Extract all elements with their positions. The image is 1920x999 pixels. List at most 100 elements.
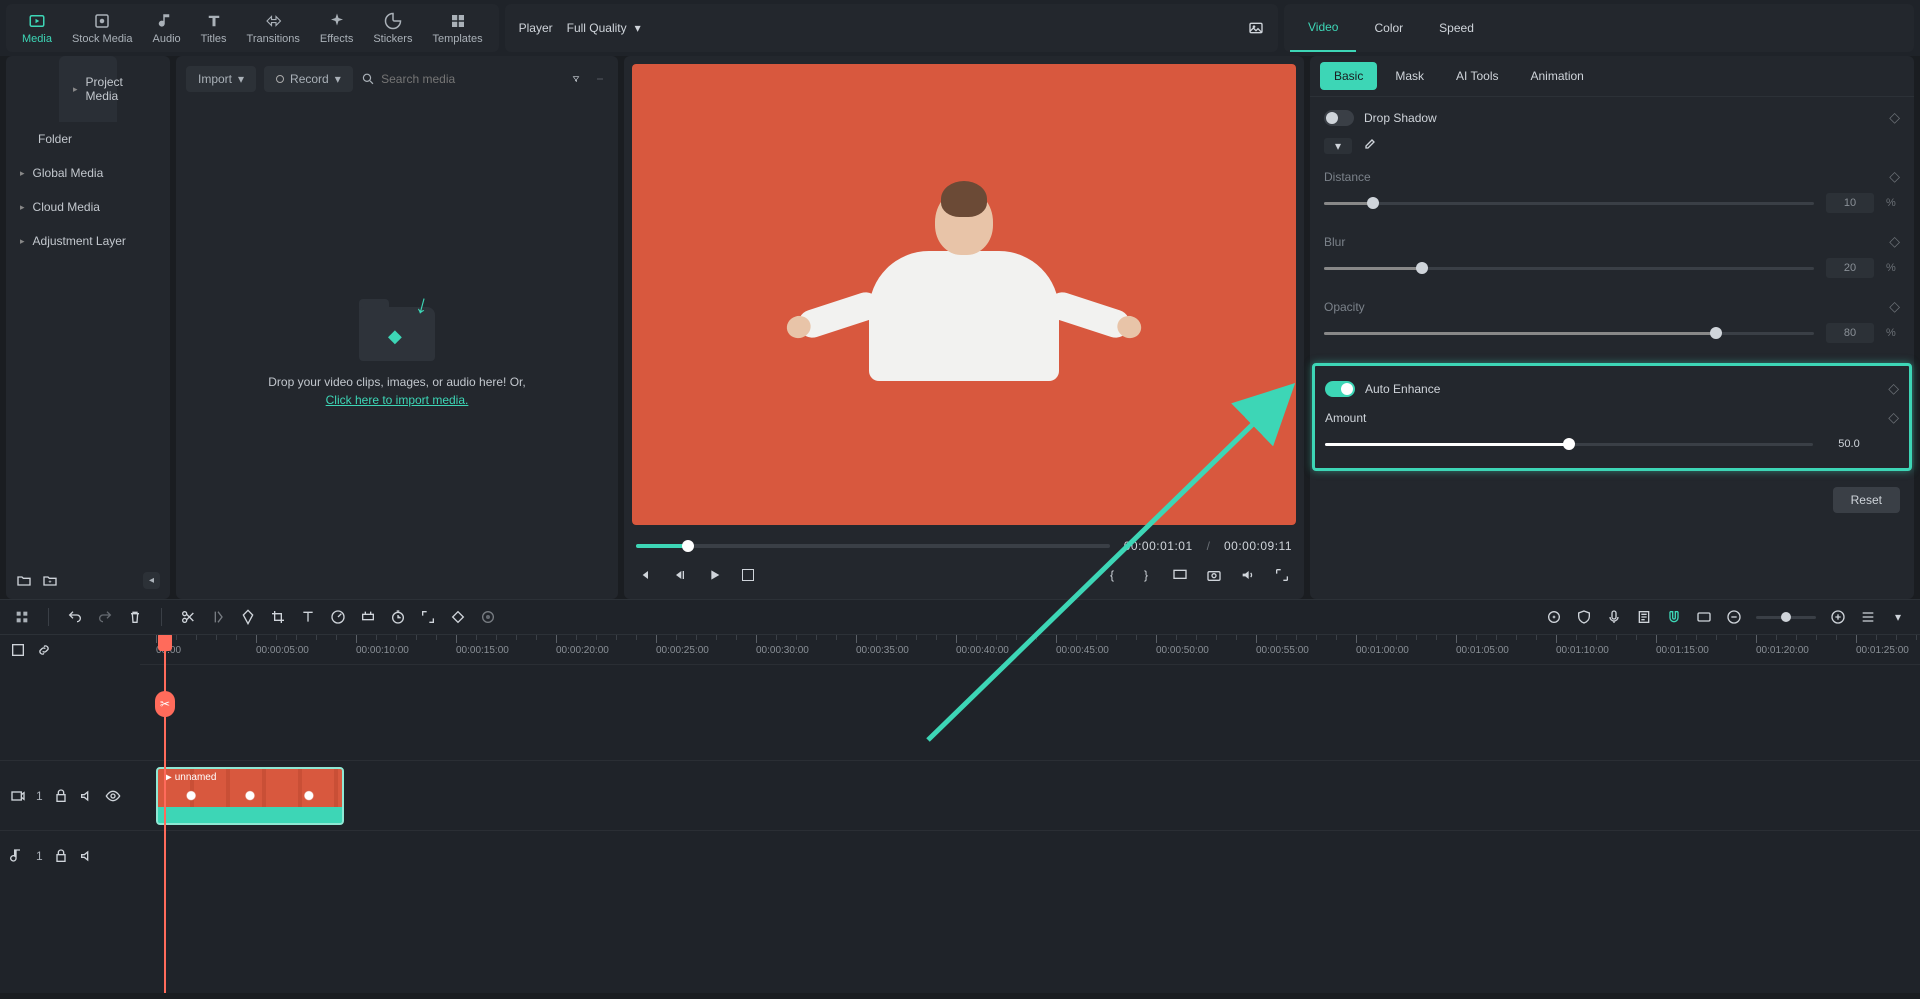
track-view-icon[interactable] bbox=[1860, 609, 1876, 625]
sidebar-project-media[interactable]: ▸Project Media bbox=[59, 56, 117, 122]
visible-icon[interactable] bbox=[105, 788, 121, 804]
more-icon[interactable] bbox=[592, 71, 608, 87]
tab-media[interactable]: Media bbox=[12, 4, 62, 52]
reset-button[interactable]: Reset bbox=[1833, 487, 1900, 513]
tab-transitions[interactable]: Transitions bbox=[237, 4, 310, 52]
media-dropzone[interactable]: ↓◆ Drop your video clips, images, or aud… bbox=[176, 102, 618, 599]
search-input[interactable] bbox=[381, 72, 560, 86]
distance-slider[interactable] bbox=[1324, 202, 1814, 205]
keyframe-icon[interactable]: ◇ bbox=[1889, 109, 1900, 126]
blur-slider[interactable] bbox=[1324, 267, 1814, 270]
subtab-mask[interactable]: Mask bbox=[1381, 62, 1438, 90]
undo-button[interactable] bbox=[67, 609, 83, 625]
duration-icon[interactable] bbox=[390, 609, 406, 625]
fit-icon[interactable] bbox=[420, 609, 436, 625]
auto-enhance-toggle[interactable] bbox=[1325, 381, 1355, 397]
audio-track[interactable] bbox=[140, 830, 1920, 880]
volume-button[interactable] bbox=[1240, 567, 1256, 583]
sidebar-global-media[interactable]: ▸Global Media bbox=[6, 156, 170, 190]
search-media[interactable] bbox=[361, 71, 560, 87]
mute-icon[interactable] bbox=[79, 788, 95, 804]
tab-effects[interactable]: Effects bbox=[310, 4, 363, 52]
magnet-icon[interactable] bbox=[1666, 609, 1682, 625]
import-button[interactable]: Import▾ bbox=[186, 66, 256, 92]
keyframe-icon[interactable]: ◇ bbox=[1889, 168, 1900, 185]
props-tab-video[interactable]: Video bbox=[1290, 4, 1356, 52]
video-track[interactable]: ▶unnamed bbox=[140, 760, 1920, 830]
props-tab-color[interactable]: Color bbox=[1356, 5, 1421, 51]
playhead[interactable]: ✂ bbox=[164, 635, 166, 993]
crop-button[interactable] bbox=[270, 609, 286, 625]
tab-audio[interactable]: Audio bbox=[143, 4, 191, 52]
grid-icon[interactable] bbox=[14, 609, 30, 625]
collapse-sidebar-button[interactable]: ◂ bbox=[143, 572, 160, 589]
record-button[interactable]: Record▾ bbox=[264, 66, 353, 92]
keyframe-icon[interactable]: ◇ bbox=[1889, 298, 1900, 315]
mark-in-button[interactable]: { bbox=[1104, 567, 1120, 583]
distance-value[interactable]: 10 bbox=[1826, 193, 1874, 213]
new-folder-icon[interactable] bbox=[16, 573, 32, 589]
snapshot-button[interactable] bbox=[1206, 567, 1222, 583]
keyframe-icon[interactable]: ◇ bbox=[1888, 409, 1899, 426]
sidebar-adjustment-layer[interactable]: ▸Adjustment Layer bbox=[6, 224, 170, 258]
tab-stock-media[interactable]: Stock Media bbox=[62, 4, 143, 52]
opacity-value[interactable]: 80 bbox=[1826, 323, 1874, 343]
subtab-animation[interactable]: Animation bbox=[1516, 62, 1597, 90]
quality-select[interactable]: Full Quality ▾ bbox=[567, 21, 641, 35]
playhead-grip[interactable] bbox=[158, 635, 172, 651]
marker-icon[interactable] bbox=[240, 609, 256, 625]
tab-templates[interactable]: Templates bbox=[422, 4, 492, 52]
redo-button[interactable] bbox=[97, 609, 113, 625]
mark-out-button[interactable]: } bbox=[1138, 567, 1154, 583]
preview-viewport[interactable] bbox=[632, 64, 1296, 525]
keyframe-tool-icon[interactable] bbox=[450, 609, 466, 625]
fullscreen-button[interactable] bbox=[1274, 567, 1290, 583]
sidebar-folder[interactable]: Folder bbox=[6, 122, 170, 156]
prev-frame-button[interactable] bbox=[638, 567, 654, 583]
stop-button[interactable] bbox=[740, 567, 756, 583]
video-clip[interactable]: ▶unnamed bbox=[156, 767, 344, 825]
amount-value[interactable]: 50.0 bbox=[1825, 434, 1873, 454]
caption-icon[interactable] bbox=[1696, 609, 1712, 625]
subtab-ai-tools[interactable]: AI Tools bbox=[1442, 62, 1512, 90]
speed-icon[interactable] bbox=[330, 609, 346, 625]
lock-icon[interactable] bbox=[53, 788, 69, 804]
import-link[interactable]: Click here to import media. bbox=[326, 393, 469, 407]
beat-detect-icon[interactable] bbox=[210, 609, 226, 625]
split-handle[interactable]: ✂ bbox=[155, 691, 175, 717]
text-icon[interactable] bbox=[300, 609, 316, 625]
track-options-icon[interactable] bbox=[10, 642, 26, 658]
eyedropper-icon[interactable] bbox=[1360, 138, 1376, 154]
mute-icon[interactable] bbox=[79, 848, 95, 864]
opacity-slider[interactable] bbox=[1324, 332, 1814, 335]
effect-track-icon[interactable] bbox=[360, 609, 376, 625]
seek-bar[interactable] bbox=[636, 544, 1110, 548]
zoom-out-button[interactable] bbox=[1726, 609, 1742, 625]
snapshot-gallery-icon[interactable] bbox=[1248, 20, 1264, 36]
lock-icon[interactable] bbox=[53, 848, 69, 864]
display-mode-icon[interactable] bbox=[1172, 567, 1188, 583]
mic-icon[interactable] bbox=[1606, 609, 1622, 625]
timeline-body[interactable]: 00:0000:00:05:0000:00:10:0000:00:15:0000… bbox=[140, 635, 1920, 993]
chevron-down-icon[interactable]: ▾ bbox=[1890, 609, 1906, 625]
props-tab-speed[interactable]: Speed bbox=[1421, 5, 1492, 51]
delete-button[interactable] bbox=[127, 609, 143, 625]
seek-thumb[interactable] bbox=[682, 540, 694, 552]
tab-titles[interactable]: Titles bbox=[191, 4, 237, 52]
zoom-in-button[interactable] bbox=[1830, 609, 1846, 625]
shield-icon[interactable] bbox=[1576, 609, 1592, 625]
play-backward-button[interactable] bbox=[672, 567, 688, 583]
color-dropdown[interactable]: ▾ bbox=[1324, 138, 1352, 154]
drop-shadow-toggle[interactable] bbox=[1324, 110, 1354, 126]
split-button[interactable] bbox=[180, 609, 196, 625]
amount-slider[interactable] bbox=[1325, 443, 1813, 446]
color-wheel-icon[interactable] bbox=[480, 609, 496, 625]
tab-stickers[interactable]: Stickers bbox=[363, 4, 422, 52]
auto-reframe-icon[interactable] bbox=[1546, 609, 1562, 625]
notes-icon[interactable] bbox=[1636, 609, 1652, 625]
play-button[interactable] bbox=[706, 567, 722, 583]
new-bin-icon[interactable] bbox=[42, 573, 58, 589]
audio-track-header[interactable]: 1 bbox=[0, 830, 140, 880]
link-icon[interactable] bbox=[36, 642, 52, 658]
blur-value[interactable]: 20 bbox=[1826, 258, 1874, 278]
